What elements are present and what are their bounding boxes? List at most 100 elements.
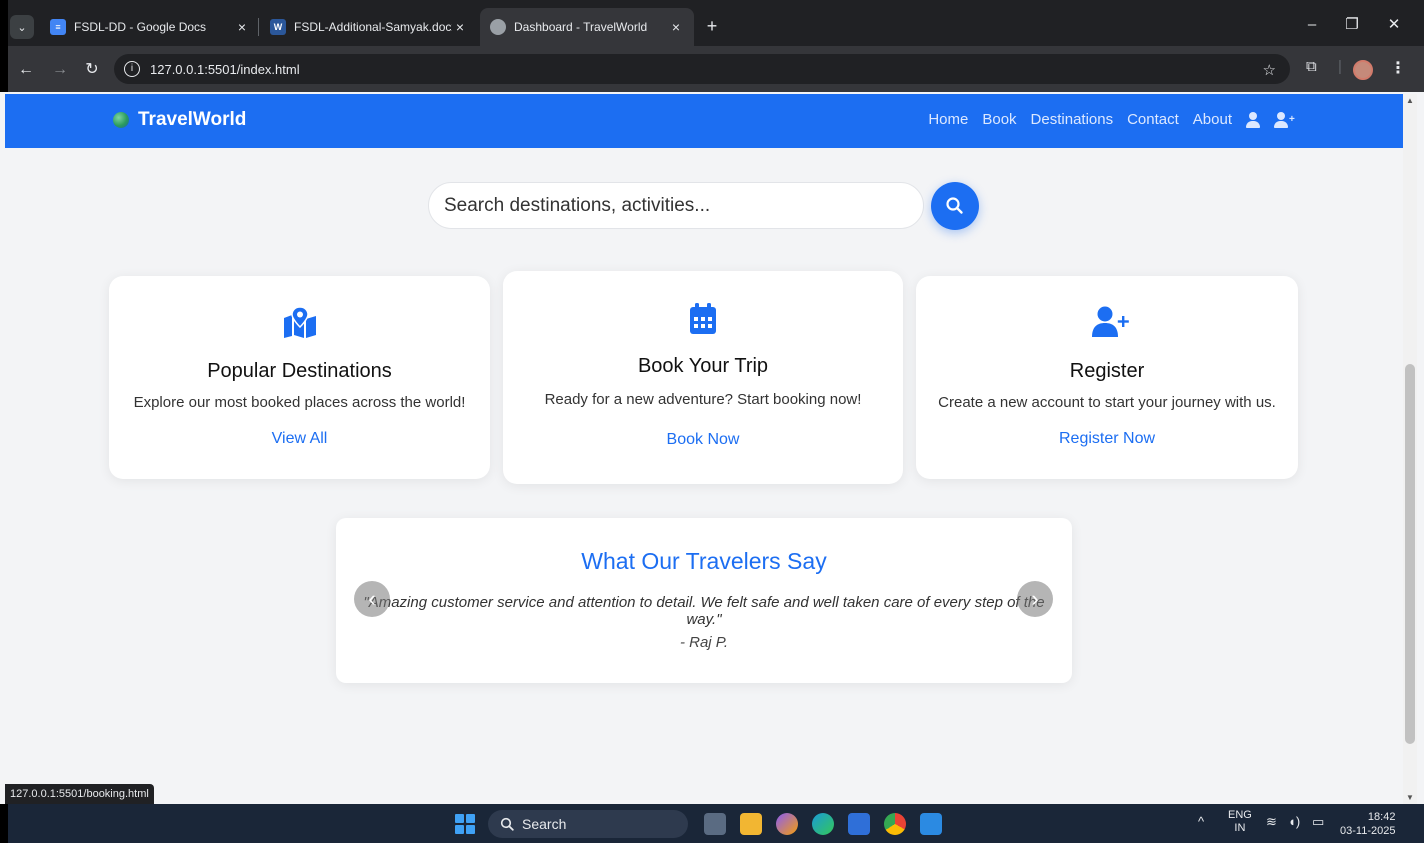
- tab-title: Dashboard - TravelWorld: [514, 20, 648, 34]
- file-explorer-icon[interactable]: [740, 813, 762, 835]
- vscode-icon[interactable]: [920, 813, 942, 835]
- card-book-your-trip: Book Your Trip Ready for a new adventure…: [503, 271, 903, 484]
- nav-link-contact[interactable]: Contact: [1127, 111, 1179, 128]
- site-info-icon[interactable]: i: [124, 61, 140, 77]
- globe-icon: [113, 112, 129, 128]
- card-description: Ready for a new adventure? Start booking…: [544, 391, 862, 408]
- page-viewport: TravelWorld Home Book Destinations Conta…: [5, 94, 1403, 804]
- bookmark-star-icon[interactable]: ☆: [1263, 61, 1276, 79]
- testimonial-heading: What Our Travelers Say: [581, 548, 827, 574]
- testimonial-author: - Raj P.: [679, 634, 729, 651]
- minimize-button[interactable]: –: [1294, 10, 1330, 40]
- nav-link-about[interactable]: About: [1193, 111, 1232, 128]
- tab-title: FSDL-DD - Google Docs: [74, 20, 207, 34]
- windows-start-icon[interactable]: [455, 814, 475, 834]
- edge-icon[interactable]: [812, 813, 834, 835]
- prev-slide-button[interactable]: ‹: [354, 581, 390, 617]
- search-box: [428, 182, 924, 229]
- nav-link-destinations[interactable]: Destinations: [1031, 111, 1114, 128]
- card-popular-destinations: Popular Destinations Explore our most bo…: [109, 276, 490, 479]
- taskbar-search[interactable]: Search: [488, 810, 688, 838]
- card-title: Book Your Trip: [637, 355, 769, 377]
- search-icon: [946, 197, 963, 214]
- chevron-right-icon: ›: [1031, 586, 1039, 611]
- search-button[interactable]: [931, 182, 979, 230]
- close-tab-icon[interactable]: ×: [234, 19, 250, 35]
- copilot-icon[interactable]: [776, 813, 798, 835]
- reload-icon[interactable]: ↻: [80, 58, 104, 82]
- browser-toolbar: ← → ↻ i 127.0.0.1:5501/index.html ☆ ⧉ | …: [0, 46, 1424, 92]
- tab-word-doc[interactable]: W FSDL-Additional-Samyak.docx ×: [260, 8, 478, 46]
- testimonial-section: What Our Travelers Say "Amazing customer…: [336, 518, 1072, 683]
- taskbar-clock[interactable]: 18:42 03-11-2025: [1340, 810, 1395, 838]
- site-brand[interactable]: TravelWorld: [113, 109, 246, 131]
- lang-top: ENG: [1228, 809, 1252, 821]
- browser-tab-strip: ⌄ ≡ FSDL-DD - Google Docs × W FSDL-Addit…: [0, 0, 1424, 46]
- window-edge: [0, 0, 8, 46]
- tray-chevron-up-icon[interactable]: ^: [1198, 814, 1204, 829]
- scrollbar-thumb[interactable]: [1405, 364, 1415, 744]
- register-now-link[interactable]: Register Now: [916, 430, 1298, 448]
- wifi-icon[interactable]: ≋: [1266, 814, 1277, 830]
- tab-google-docs[interactable]: ≡ FSDL-DD - Google Docs ×: [40, 8, 260, 46]
- nav-link-book[interactable]: Book: [982, 111, 1016, 128]
- clock-time: 18:42: [1367, 811, 1396, 823]
- toolbar-divider: |: [1338, 58, 1342, 75]
- card-title: Popular Destinations: [207, 360, 392, 382]
- globe-icon: [490, 19, 506, 35]
- scroll-down-icon[interactable]: ▼: [1406, 793, 1414, 802]
- card-description: Create a new account to start your journ…: [938, 394, 1276, 411]
- map-marked-icon: [283, 306, 316, 338]
- profile-avatar[interactable]: [1353, 60, 1373, 80]
- taskbar-search-label: Search: [522, 816, 567, 832]
- next-slide-button[interactable]: ›: [1017, 581, 1053, 617]
- back-icon[interactable]: ←: [14, 58, 38, 82]
- window-edge: [0, 46, 8, 92]
- tab-separator: [258, 18, 259, 36]
- restore-button[interactable]: ❐: [1334, 10, 1370, 40]
- search-input[interactable]: [444, 194, 904, 217]
- new-tab-button[interactable]: +: [700, 14, 724, 38]
- window-edge: [0, 804, 8, 843]
- nav-links: Home Book Destinations Contact About +: [914, 111, 1298, 128]
- close-tab-icon[interactable]: ×: [668, 19, 684, 35]
- google-docs-icon: ≡: [50, 19, 66, 35]
- windows-taskbar: Search ^ ENG IN ≋ ◖) ▭ 18:42 03-11-2025: [0, 804, 1424, 843]
- testimonial-quote: "Amazing customer service and attention …: [363, 594, 1045, 628]
- search-icon: [500, 817, 514, 831]
- close-window-button[interactable]: ✕: [1376, 10, 1412, 40]
- calendar-icon: [690, 303, 716, 334]
- page-scrollbar[interactable]: ▲ ▼: [1403, 94, 1417, 804]
- card-register: Register Create a new account to start y…: [916, 276, 1298, 479]
- book-now-link[interactable]: Book Now: [503, 431, 903, 449]
- site-navbar: TravelWorld Home Book Destinations Conta…: [5, 94, 1403, 148]
- scroll-up-icon[interactable]: ▲: [1406, 96, 1414, 105]
- user-plus-icon: [1092, 306, 1129, 337]
- clock-date: 03-11-2025: [1340, 825, 1396, 837]
- browser-menu-icon[interactable]: ⋮: [1390, 58, 1406, 78]
- status-bar-url: 127.0.0.1:5501/booking.html: [5, 784, 154, 804]
- battery-icon[interactable]: ▭: [1312, 814, 1324, 830]
- forward-icon[interactable]: →: [48, 58, 72, 82]
- chevron-left-icon: ‹: [368, 586, 376, 611]
- lang-bottom: IN: [1234, 822, 1246, 834]
- word-icon: W: [270, 19, 286, 35]
- close-tab-icon[interactable]: ×: [452, 19, 468, 35]
- extensions-icon[interactable]: ⧉: [1306, 58, 1317, 75]
- task-view-icon[interactable]: [704, 813, 726, 835]
- tab-search-button[interactable]: ⌄: [10, 15, 34, 39]
- user-plus-icon[interactable]: +: [1274, 111, 1295, 128]
- volume-icon[interactable]: ◖): [1288, 814, 1300, 829]
- card-title: Register: [1069, 360, 1145, 382]
- brand-name: TravelWorld: [138, 109, 247, 130]
- view-all-link[interactable]: View All: [109, 430, 490, 448]
- address-bar[interactable]: i 127.0.0.1:5501/index.html ☆: [114, 54, 1290, 84]
- card-description: Explore our most booked places across th…: [133, 394, 466, 411]
- tab-dashboard[interactable]: Dashboard - TravelWorld ×: [480, 8, 694, 46]
- language-indicator[interactable]: ENG IN: [1228, 809, 1252, 835]
- chrome-icon[interactable]: [884, 813, 906, 835]
- nav-link-home[interactable]: Home: [928, 111, 968, 128]
- user-icon[interactable]: [1246, 111, 1260, 128]
- tab-title: FSDL-Additional-Samyak.docx: [294, 20, 452, 34]
- store-icon[interactable]: [848, 813, 870, 835]
